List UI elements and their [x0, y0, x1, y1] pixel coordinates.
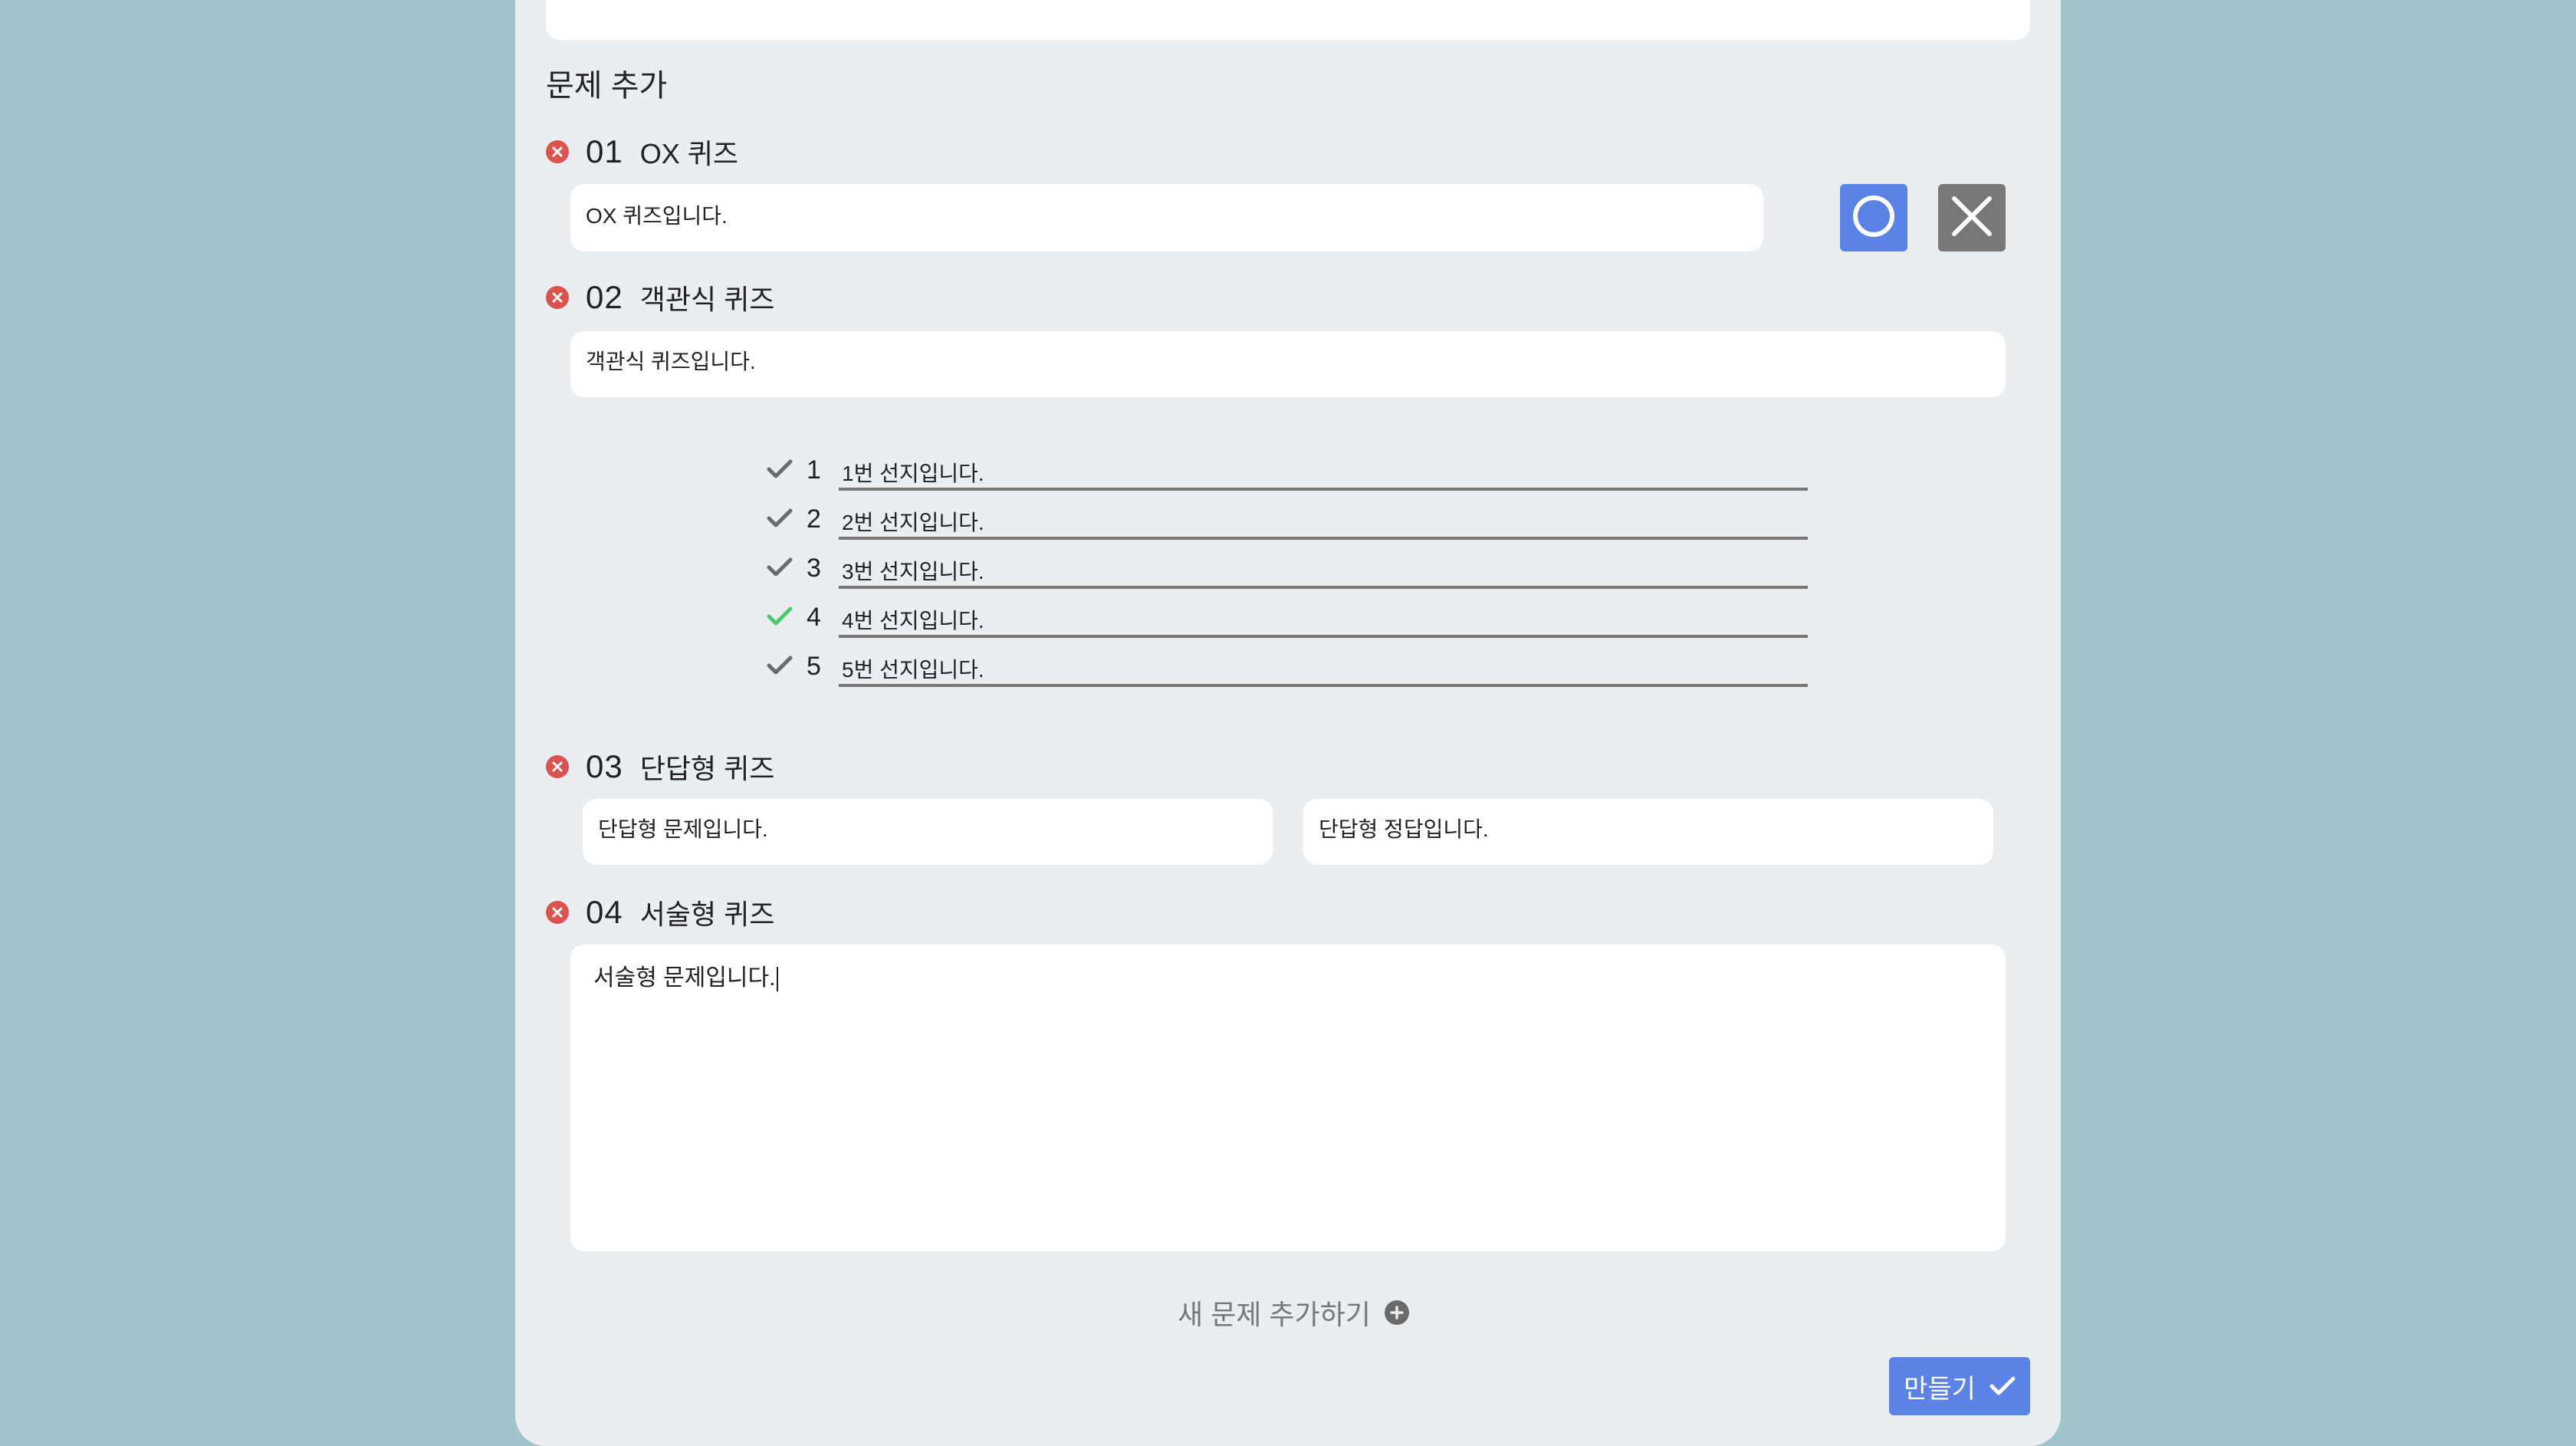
question-input[interactable]	[570, 331, 2006, 397]
choice-text[interactable]: 4번 선지입니다.	[842, 604, 984, 635]
question-type-label: OX 퀴즈	[639, 138, 738, 169]
remove-question-icon[interactable]	[546, 286, 569, 309]
choice-number: 1	[807, 455, 821, 485]
question-number: 01	[586, 133, 623, 169]
question-type-label: 단답형 퀴즈	[639, 753, 775, 784]
question-type-label: 서술형 퀴즈	[639, 899, 775, 930]
question-header-03: 03 단답형 퀴즈	[546, 747, 774, 787]
check-icon[interactable]	[767, 655, 793, 680]
question-number: 02	[586, 279, 623, 315]
previous-field[interactable]	[546, 0, 2030, 40]
question-number: 04	[586, 894, 623, 930]
question-type-label: 객관식 퀴즈	[639, 284, 775, 315]
make-button[interactable]: 만들기	[1889, 1357, 2030, 1415]
plus-circle-icon	[1384, 1300, 1409, 1325]
choice-item-3[interactable]: 3 3번 선지입니다.	[767, 546, 1809, 595]
question-input-text: 객관식 퀴즈입니다.	[586, 350, 756, 373]
choice-text[interactable]: 1번 선지입니다.	[842, 457, 984, 488]
remove-question-icon[interactable]	[546, 755, 569, 778]
choice-number: 2	[807, 504, 821, 534]
choice-underline	[839, 684, 1808, 687]
choice-number: 4	[807, 603, 821, 632]
question-header-01: 01 OX 퀴즈	[546, 132, 738, 172]
o-answer-button[interactable]	[1840, 184, 1907, 251]
choice-item-4[interactable]: 4 4번 선지입니다.	[767, 595, 1809, 644]
choice-item-1[interactable]: 1 1번 선지입니다.	[767, 448, 1809, 497]
essay-question-textarea[interactable]	[570, 945, 2006, 1251]
check-icon[interactable]	[767, 557, 793, 582]
section-title: 문제 추가	[546, 69, 668, 103]
remove-question-icon[interactable]	[546, 140, 569, 163]
question-number: 03	[586, 748, 623, 784]
x-mark-icon	[1950, 194, 1994, 242]
check-icon-correct[interactable]	[767, 606, 793, 631]
choice-text[interactable]: 3번 선지입니다.	[842, 555, 984, 586]
essay-question-text-wrap: 서술형 문제입니다.	[593, 965, 779, 992]
make-button-label: 만들기	[1904, 1374, 1976, 1404]
remove-question-icon[interactable]	[546, 901, 569, 924]
choice-underline	[839, 586, 1808, 589]
question-header-04: 04 서술형 퀴즈	[546, 892, 774, 932]
choice-text[interactable]: 5번 선지입니다.	[842, 653, 984, 684]
choice-number: 3	[807, 554, 821, 583]
choice-item-5[interactable]: 5 5번 선지입니다.	[767, 644, 1809, 693]
short-answer-question-text: 단답형 문제입니다.	[598, 817, 768, 841]
x-answer-button[interactable]	[1938, 184, 2006, 251]
question-header-02: 02 객관식 퀴즈	[546, 278, 774, 317]
text-cursor	[777, 967, 779, 992]
choice-underline	[839, 635, 1808, 638]
check-icon[interactable]	[767, 458, 793, 484]
add-question-button[interactable]: 새 문제 추가하기	[1178, 1293, 1409, 1333]
choice-number: 5	[807, 652, 821, 681]
essay-question-text: 서술형 문제입니다.	[593, 965, 776, 991]
choice-underline	[839, 537, 1808, 540]
question-input-text: OX 퀴즈입니다.	[586, 204, 728, 228]
add-question-label: 새 문제 추가하기	[1178, 1299, 1371, 1330]
check-icon	[1990, 1375, 2016, 1397]
choice-underline	[839, 488, 1808, 491]
check-icon[interactable]	[767, 508, 793, 533]
choice-item-2[interactable]: 2 2번 선지입니다.	[767, 497, 1809, 546]
choice-text[interactable]: 2번 선지입니다.	[842, 506, 984, 537]
short-answer-answer-text: 단답형 정답입니다.	[1319, 817, 1489, 841]
question-input[interactable]	[570, 184, 1763, 251]
circle-o-icon	[1852, 194, 1896, 242]
